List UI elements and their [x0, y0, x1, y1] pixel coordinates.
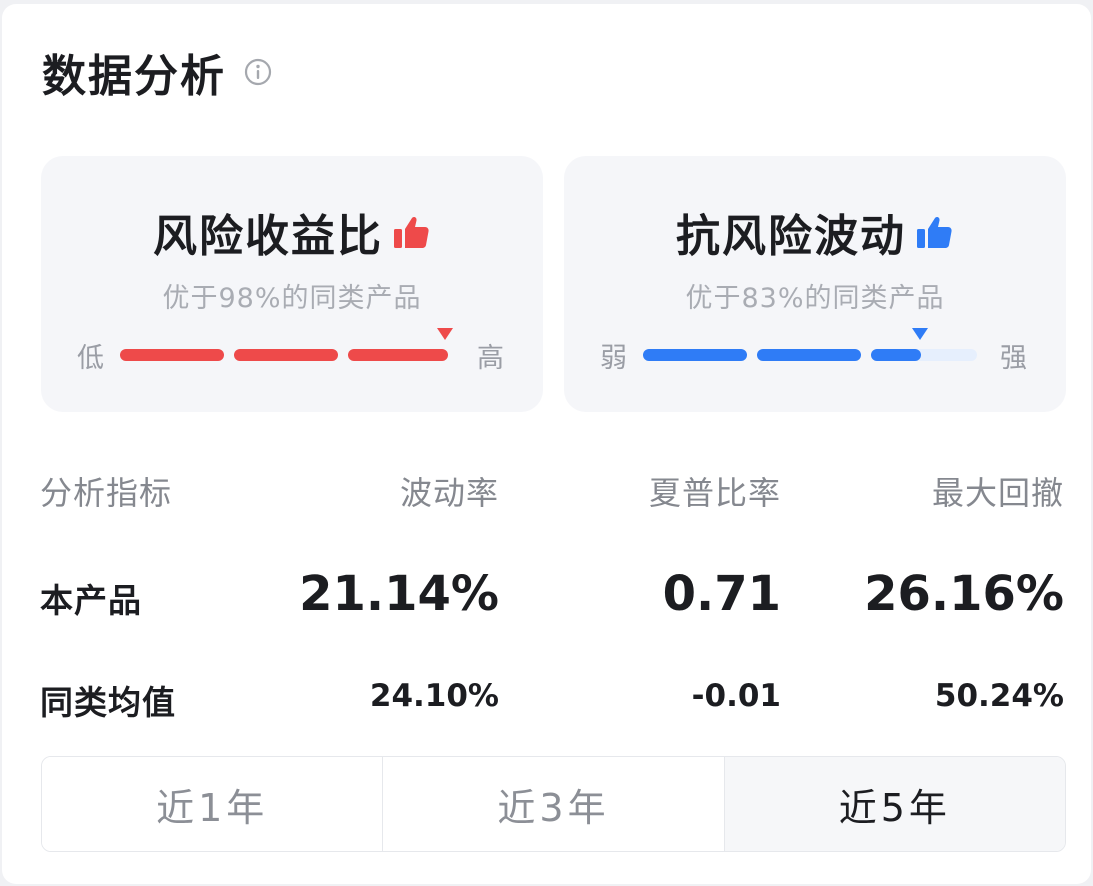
page-title: 数据分析: [42, 51, 226, 102]
anti-risk-title-row: 抗风险波动: [564, 200, 1066, 264]
rating-bar-fill: [871, 349, 921, 361]
metrics-header-sharpe: 夏普比率: [648, 474, 781, 512]
period-tabs: 近1年 近3年 近5年: [41, 756, 1066, 852]
tab-5-year[interactable]: 近5年: [723, 757, 1065, 851]
scale-high-label: 强: [1000, 343, 1027, 374]
risk-return-title-row: 风险收益比: [41, 200, 543, 264]
metrics-header-volatility: 波动率: [399, 474, 499, 512]
anti-risk-title: 抗风险波动: [676, 211, 906, 262]
peer-volatility: 24.10%: [369, 678, 499, 714]
scale-high-label: 高: [477, 343, 504, 374]
scale-low-label: 低: [77, 343, 104, 374]
metrics-header-label: 分析指标: [40, 474, 173, 512]
card-header: 数据分析: [42, 44, 272, 102]
metrics-header-max-drawdown: 最大回撤: [931, 474, 1064, 512]
scale-low-label: 弱: [600, 343, 627, 374]
rating-bar-segment: [120, 349, 224, 361]
info-icon[interactable]: [244, 58, 272, 86]
rating-bar-segment: [348, 349, 448, 361]
percentile-marker: [912, 328, 928, 340]
product-max-drawdown: 26.16%: [864, 566, 1064, 622]
risk-return-subtitle: 优于98%的同类产品: [162, 283, 422, 314]
risk-return-card[interactable]: 风险收益比 优于98%的同类产品 低 高: [41, 156, 543, 412]
product-sharpe: 0.71: [662, 566, 781, 622]
row-label-peer-average: 同类均值: [40, 683, 176, 722]
tab-3-year[interactable]: 近3年: [382, 757, 724, 851]
risk-return-title: 风险收益比: [153, 211, 383, 262]
row-label-product: 本产品: [40, 581, 142, 620]
product-volatility: 21.14%: [299, 566, 499, 622]
rating-bar-segment: [234, 349, 338, 361]
peer-max-drawdown: 50.24%: [934, 678, 1064, 714]
thumbs-up-icon: [391, 212, 431, 252]
data-analysis-card: 数据分析 风险收益比 优于98%的同类产品 低 高 抗风险波动 优于83%的同类…: [2, 4, 1091, 884]
peer-sharpe: -0.01: [691, 678, 781, 714]
thumbs-up-icon: [914, 212, 954, 252]
tab-1-year[interactable]: 近1年: [42, 757, 383, 851]
rating-bar-segment: [643, 349, 747, 361]
percentile-marker: [437, 328, 453, 340]
rating-bar-segment: [757, 349, 861, 361]
anti-risk-card[interactable]: 抗风险波动 优于83%的同类产品 弱 强: [564, 156, 1066, 412]
anti-risk-subtitle: 优于83%的同类产品: [685, 283, 945, 314]
